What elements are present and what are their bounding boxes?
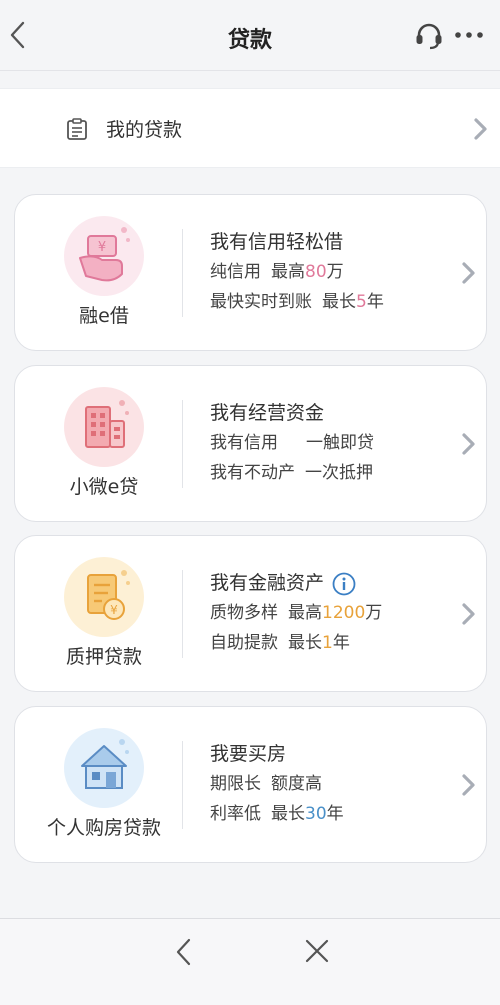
product-icon-bg: ¥ xyxy=(64,216,144,296)
product-card-pledge[interactable]: ¥ 质押贷款 我有金融资产 质物多样 最高1200万 自助提款 最长1年 xyxy=(14,535,487,692)
feature-text: 最高 xyxy=(288,603,322,623)
feature-text: 最长 xyxy=(288,633,322,653)
product-name: 个人购房贷款 xyxy=(46,817,161,839)
product-feature-1: 质物多样 最高1200万 xyxy=(210,598,382,628)
feature-text: 质物多样 xyxy=(210,603,278,623)
product-icon-bg xyxy=(64,387,144,467)
svg-text:¥: ¥ xyxy=(98,240,106,255)
feature-highlight: 1200 xyxy=(322,603,366,623)
product-name: 融e借 xyxy=(79,305,129,327)
feature-text: 最长 xyxy=(271,804,305,824)
feature-text: 最长 xyxy=(322,292,356,312)
hand-yuan-icon: ¥ xyxy=(79,227,130,282)
product-card-mortgage[interactable]: 个人购房贷款 我要买房 期限长 额度高 利率低 最长30年 xyxy=(14,706,487,863)
product-feature-1: 期限长 额度高 xyxy=(210,769,344,799)
product-card-xiaowei[interactable]: 小微e贷 我有经营资金 我有信用 一触即贷 我有不动产 一次抵押 xyxy=(14,365,487,522)
feature-highlight: 30 xyxy=(305,804,327,824)
chevron-right-icon xyxy=(462,433,475,455)
product-icon-bg xyxy=(64,728,144,808)
feature-text: 额度高 xyxy=(271,774,322,794)
feature-highlight: 5 xyxy=(356,292,367,312)
feature-text: 最快实时到账 xyxy=(210,292,312,312)
product-feature-1: 我有信用 一触即贷 xyxy=(210,428,374,458)
feature-text: 万 xyxy=(326,262,344,282)
building-icon xyxy=(85,400,129,448)
bottom-toolbar xyxy=(0,918,500,1005)
chevron-right-icon xyxy=(462,774,475,796)
product-name: 小微e贷 xyxy=(69,476,139,498)
product-feature-1: 纯信用 最高80万 xyxy=(210,257,384,287)
feature-text: 年 xyxy=(332,633,350,653)
feature-text: 我有信用 xyxy=(210,433,278,453)
nav-bar: 贷款 xyxy=(0,0,500,71)
divider xyxy=(182,400,183,488)
product-tagline: 我要买房 xyxy=(210,743,287,765)
product-feature-2: 利率低 最长30年 xyxy=(210,799,344,829)
product-tagline: 我有信用轻松借 xyxy=(210,231,344,253)
chevron-right-icon xyxy=(462,603,475,625)
feature-text: 期限长 xyxy=(210,774,261,794)
my-loans-row[interactable]: 我的贷款 xyxy=(0,88,500,168)
product-icon-bg: ¥ xyxy=(64,557,144,637)
feature-text: 利率低 xyxy=(210,804,261,824)
product-feature-2: 最快实时到账 最长5年 xyxy=(210,287,384,317)
feature-text: 年 xyxy=(366,292,384,312)
house-icon xyxy=(81,739,129,789)
feature-text: 自助提款 xyxy=(210,633,278,653)
divider xyxy=(182,229,183,317)
chevron-left-icon[interactable] xyxy=(173,937,195,967)
feature-text: 纯信用 xyxy=(210,262,261,282)
product-feature-2: 我有不动产 一次抵押 xyxy=(210,458,374,488)
chevron-right-icon xyxy=(462,262,475,284)
feature-text: 万 xyxy=(365,603,383,623)
close-icon[interactable] xyxy=(304,938,330,964)
feature-text: 年 xyxy=(326,804,344,824)
product-name: 质押贷款 xyxy=(65,646,142,668)
more-dots-icon[interactable] xyxy=(453,24,485,46)
tagline-text: 我有金融资产 xyxy=(210,572,325,594)
document-coin-icon: ¥ xyxy=(87,570,130,620)
divider xyxy=(182,741,183,829)
info-icon[interactable] xyxy=(332,572,356,596)
feature-text: 我有不动产 xyxy=(210,463,295,483)
divider xyxy=(182,570,183,658)
feature-highlight: 80 xyxy=(305,262,327,282)
product-card-rongejie[interactable]: ¥ 融e借 我有信用轻松借 纯信用 最高80万 最快实时到账 最长5年 xyxy=(14,194,487,351)
product-tagline: 我有经营资金 xyxy=(210,402,325,424)
chevron-right-icon xyxy=(474,118,487,140)
feature-text: 一次抵押 xyxy=(305,463,373,483)
my-loans-label: 我的贷款 xyxy=(106,119,183,141)
feature-highlight: 1 xyxy=(322,633,333,653)
svg-text:¥: ¥ xyxy=(110,603,118,617)
product-feature-2: 自助提款 最长1年 xyxy=(210,628,382,658)
clipboard-icon xyxy=(67,118,87,140)
feature-text: 一触即贷 xyxy=(306,433,374,453)
product-tagline: 我有金融资产 xyxy=(210,568,382,598)
headset-icon[interactable] xyxy=(414,22,444,50)
feature-text: 最高 xyxy=(271,262,305,282)
